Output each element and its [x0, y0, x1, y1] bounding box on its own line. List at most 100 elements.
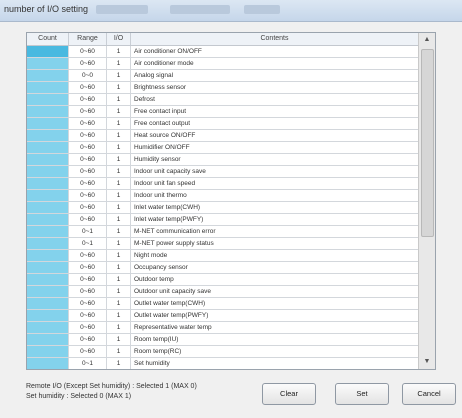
count-cell[interactable] [27, 118, 69, 130]
contents-cell: M-NET communication error [131, 226, 419, 238]
io-cell: 1 [107, 214, 131, 226]
io-cell: 1 [107, 202, 131, 214]
header-count[interactable]: Count [27, 33, 69, 45]
table-row[interactable]: 0~60 1 Indoor unit thermo [27, 190, 419, 202]
table-row[interactable]: 0~60 1 Room temp(RC) [27, 346, 419, 358]
count-cell[interactable] [27, 166, 69, 178]
count-cell[interactable] [27, 262, 69, 274]
count-cell[interactable] [27, 58, 69, 70]
title-tab-blurred [96, 5, 148, 14]
io-cell: 1 [107, 286, 131, 298]
table-row[interactable]: 0~1 1 Set humidity [27, 358, 419, 369]
io-cell: 1 [107, 298, 131, 310]
contents-cell: Representative water temp [131, 322, 419, 334]
count-cell[interactable] [27, 190, 69, 202]
count-cell[interactable] [27, 358, 69, 369]
range-cell: 0~60 [69, 94, 107, 106]
count-cell[interactable] [27, 82, 69, 94]
io-cell: 1 [107, 106, 131, 118]
count-cell[interactable] [27, 214, 69, 226]
scroll-thumb[interactable] [421, 49, 434, 237]
contents-cell: Outdoor unit capacity save [131, 286, 419, 298]
vertical-scrollbar[interactable]: ▲ ▼ [418, 33, 435, 369]
count-cell[interactable] [27, 334, 69, 346]
table-row[interactable]: 0~60 1 Outlet water temp(CWH) [27, 298, 419, 310]
count-cell[interactable] [27, 106, 69, 118]
io-cell: 1 [107, 58, 131, 70]
count-cell[interactable] [27, 238, 69, 250]
table-row[interactable]: 0~60 1 Indoor unit fan speed [27, 178, 419, 190]
count-cell[interactable] [27, 286, 69, 298]
io-cell: 1 [107, 70, 131, 82]
count-cell[interactable] [27, 178, 69, 190]
table-row[interactable]: 0~60 1 Outdoor unit capacity save [27, 286, 419, 298]
count-cell[interactable] [27, 274, 69, 286]
count-cell[interactable] [27, 310, 69, 322]
count-cell[interactable] [27, 250, 69, 262]
contents-cell: Humidifier ON/OFF [131, 142, 419, 154]
count-cell[interactable] [27, 298, 69, 310]
table-row[interactable]: 0~60 1 Humidity sensor [27, 154, 419, 166]
table-row[interactable]: 0~0 1 Analog signal [27, 70, 419, 82]
contents-cell: Occupancy sensor [131, 262, 419, 274]
scroll-down-icon[interactable]: ▼ [419, 355, 435, 369]
cancel-button[interactable]: Cancel [402, 383, 456, 405]
table-row[interactable]: 0~60 1 Outdoor temp [27, 274, 419, 286]
table-row[interactable]: 0~60 1 Inlet water temp(PWFY) [27, 214, 419, 226]
table-row[interactable]: 0~60 1 Outlet water temp(PWFY) [27, 310, 419, 322]
table-row[interactable]: 0~60 1 Free contact input [27, 106, 419, 118]
title-tab-blurred [170, 5, 230, 14]
count-cell[interactable] [27, 70, 69, 82]
table-row[interactable]: 0~60 1 Room temp(IU) [27, 334, 419, 346]
table-row[interactable]: 0~60 1 Air conditioner mode [27, 58, 419, 70]
io-cell: 1 [107, 82, 131, 94]
table-row[interactable]: 0~60 1 Humidifier ON/OFF [27, 142, 419, 154]
count-cell[interactable] [27, 46, 69, 58]
io-grid: Count Range I/O Contents 0~60 1 Air condit… [26, 32, 436, 370]
io-cell: 1 [107, 118, 131, 130]
count-cell[interactable] [27, 346, 69, 358]
contents-cell: Indoor unit fan speed [131, 178, 419, 190]
table-row[interactable]: 0~1 1 M-NET communication error [27, 226, 419, 238]
status-set-humidity: Set humidity : Selected 0 (MAX 1) [26, 393, 132, 400]
contents-cell: Air conditioner ON/OFF [131, 46, 419, 58]
io-cell: 1 [107, 130, 131, 142]
io-cell: 1 [107, 142, 131, 154]
table-row[interactable]: 0~60 1 Heat source ON/OFF [27, 130, 419, 142]
count-cell[interactable] [27, 130, 69, 142]
header-contents[interactable]: Contents [131, 33, 419, 45]
grid-header: Count Range I/O Contents [27, 33, 419, 46]
io-cell: 1 [107, 346, 131, 358]
io-cell: 1 [107, 334, 131, 346]
table-row[interactable]: 0~60 1 Inlet water temp(CWH) [27, 202, 419, 214]
table-row[interactable]: 0~60 1 Indoor unit capacity save [27, 166, 419, 178]
header-range[interactable]: Range [69, 33, 107, 45]
contents-cell: Defrost [131, 94, 419, 106]
table-row[interactable]: 0~60 1 Defrost [27, 94, 419, 106]
table-row[interactable]: 0~60 1 Brightness sensor [27, 82, 419, 94]
clear-button[interactable]: Clear [262, 383, 316, 405]
set-button[interactable]: Set [335, 383, 389, 405]
table-row[interactable]: 0~1 1 M-NET power supply status [27, 238, 419, 250]
io-cell: 1 [107, 166, 131, 178]
io-cell: 1 [107, 154, 131, 166]
count-cell[interactable] [27, 154, 69, 166]
table-row[interactable]: 0~60 1 Night mode [27, 250, 419, 262]
contents-cell: Indoor unit thermo [131, 190, 419, 202]
count-cell[interactable] [27, 322, 69, 334]
header-io[interactable]: I/O [107, 33, 131, 45]
range-cell: 0~60 [69, 286, 107, 298]
table-row[interactable]: 0~60 1 Free contact output [27, 118, 419, 130]
table-row[interactable]: 0~60 1 Occupancy sensor [27, 262, 419, 274]
scroll-up-icon[interactable]: ▲ [419, 33, 435, 47]
table-row[interactable]: 0~60 1 Air conditioner ON/OFF [27, 46, 419, 58]
range-cell: 0~60 [69, 166, 107, 178]
range-cell: 0~60 [69, 274, 107, 286]
count-cell[interactable] [27, 226, 69, 238]
count-cell[interactable] [27, 142, 69, 154]
count-cell[interactable] [27, 202, 69, 214]
table-row[interactable]: 0~60 1 Representative water temp [27, 322, 419, 334]
count-cell[interactable] [27, 94, 69, 106]
range-cell: 0~60 [69, 118, 107, 130]
contents-cell: Outlet water temp(PWFY) [131, 310, 419, 322]
